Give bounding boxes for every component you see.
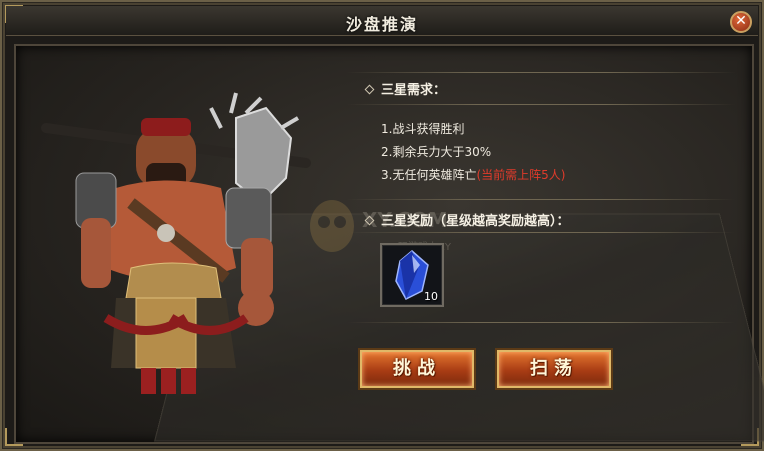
requirement-item: 1.战斗获得胜利 <box>381 120 464 137</box>
divider <box>346 322 736 323</box>
divider <box>346 232 736 233</box>
requirements-header-label: 三星需求： <box>381 83 447 98</box>
challenge-button[interactable]: 挑战 <box>360 350 474 388</box>
requirement-item: 2.剩余兵力大于30% <box>381 143 491 160</box>
sweep-button[interactable]: 扫荡 <box>497 350 611 388</box>
divider <box>346 199 736 200</box>
reward-item-slot[interactable]: 10 <box>380 243 444 307</box>
requirement-warning: (当前需上阵5人) <box>476 168 566 182</box>
divider <box>346 104 736 105</box>
rewards-header-label: 三星奖励（星级越高奖励越高）： <box>381 214 570 229</box>
dialog-title: 沙盘推演 <box>345 15 418 34</box>
dialog-window: 沙盘推演 ✕ XY.COM 三星需求： 1.战斗获得胜利 2.剩余兵力大于30%… <box>0 0 764 451</box>
title-bar: 沙盘推演 ✕ <box>6 6 758 36</box>
reward-count: 10 <box>424 290 438 303</box>
divider <box>346 72 736 73</box>
diamond-bullet-icon <box>364 215 375 226</box>
close-icon: ✕ <box>735 13 747 29</box>
requirement-text: 2.剩余兵力大于30% <box>381 145 492 159</box>
requirements-header: 三星需求： <box>364 79 447 98</box>
content-panel: XY.COM 玩游戏上XY 三星需求： 1.战斗获得胜利 2.剩余兵力大于30%… <box>14 44 764 444</box>
requirement-text: 1.战斗获得胜利 <box>381 122 465 136</box>
diamond-bullet-icon <box>364 84 375 95</box>
rewards-header: 三星奖励（星级越高奖励越高）： <box>364 210 570 229</box>
close-button[interactable]: ✕ <box>730 11 752 33</box>
hero-illustration <box>41 92 311 394</box>
requirement-item: 3.无任何英雄阵亡(当前需上阵5人) <box>381 166 565 183</box>
requirement-text: 3.无任何英雄阵亡 <box>381 168 477 182</box>
